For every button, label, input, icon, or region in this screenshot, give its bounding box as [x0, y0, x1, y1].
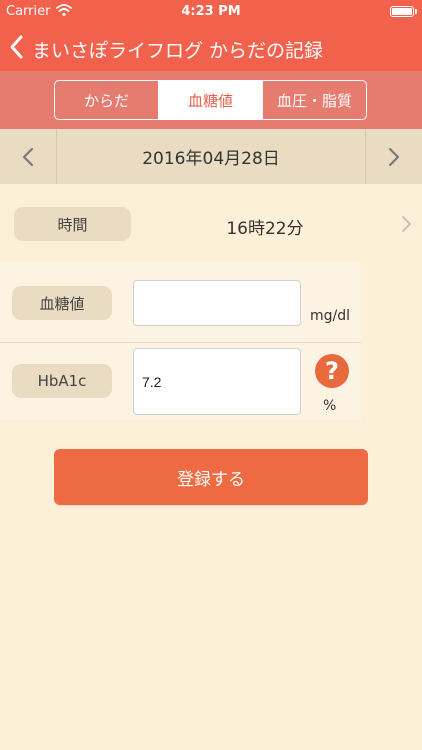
status-time: 4:23 PM: [181, 4, 241, 19]
tab-body[interactable]: からだ: [55, 81, 158, 119]
glucose-unit: mg/dl: [310, 308, 351, 324]
row-divider: [0, 342, 361, 343]
chevron-right-icon: [400, 214, 412, 238]
register-button[interactable]: 登録する: [54, 449, 368, 505]
hba1c-input[interactable]: [133, 348, 301, 415]
battery-icon: [390, 6, 417, 17]
back-chevron-icon[interactable]: [8, 34, 32, 60]
current-date: 2016年04月28日: [142, 149, 280, 169]
time-value: 16時22分: [226, 219, 304, 239]
time-label: 時間: [14, 207, 131, 241]
time-row[interactable]: 時間 16時22分: [0, 184, 422, 262]
page-title[interactable]: まいさぽライフログ からだの記録: [32, 36, 323, 63]
question-mark-icon[interactable]: ?: [315, 354, 349, 388]
glucose-input[interactable]: [133, 280, 301, 326]
chevron-left-icon: [22, 147, 34, 166]
category-segment-bar: からだ 血糖値 血圧・脂質: [0, 71, 422, 129]
date-navigator: 2016年04月28日: [0, 129, 422, 184]
chevron-right-icon: [388, 147, 400, 166]
previous-date-button[interactable]: [0, 129, 57, 184]
navigation-bar: まいさぽライフログ からだの記録: [0, 24, 422, 71]
hba1c-unit: %: [323, 398, 337, 414]
status-bar: Carrier 4:23 PM: [0, 0, 422, 24]
glucose-label: 血糖値: [12, 286, 112, 320]
category-segmented-control: からだ 血糖値 血圧・脂質: [54, 80, 367, 120]
tab-blood-glucose[interactable]: 血糖値: [158, 81, 262, 119]
next-date-button[interactable]: [365, 129, 422, 184]
hba1c-label: HbA1c: [12, 364, 112, 398]
tab-blood-pressure-lipids[interactable]: 血圧・脂質: [262, 81, 366, 119]
